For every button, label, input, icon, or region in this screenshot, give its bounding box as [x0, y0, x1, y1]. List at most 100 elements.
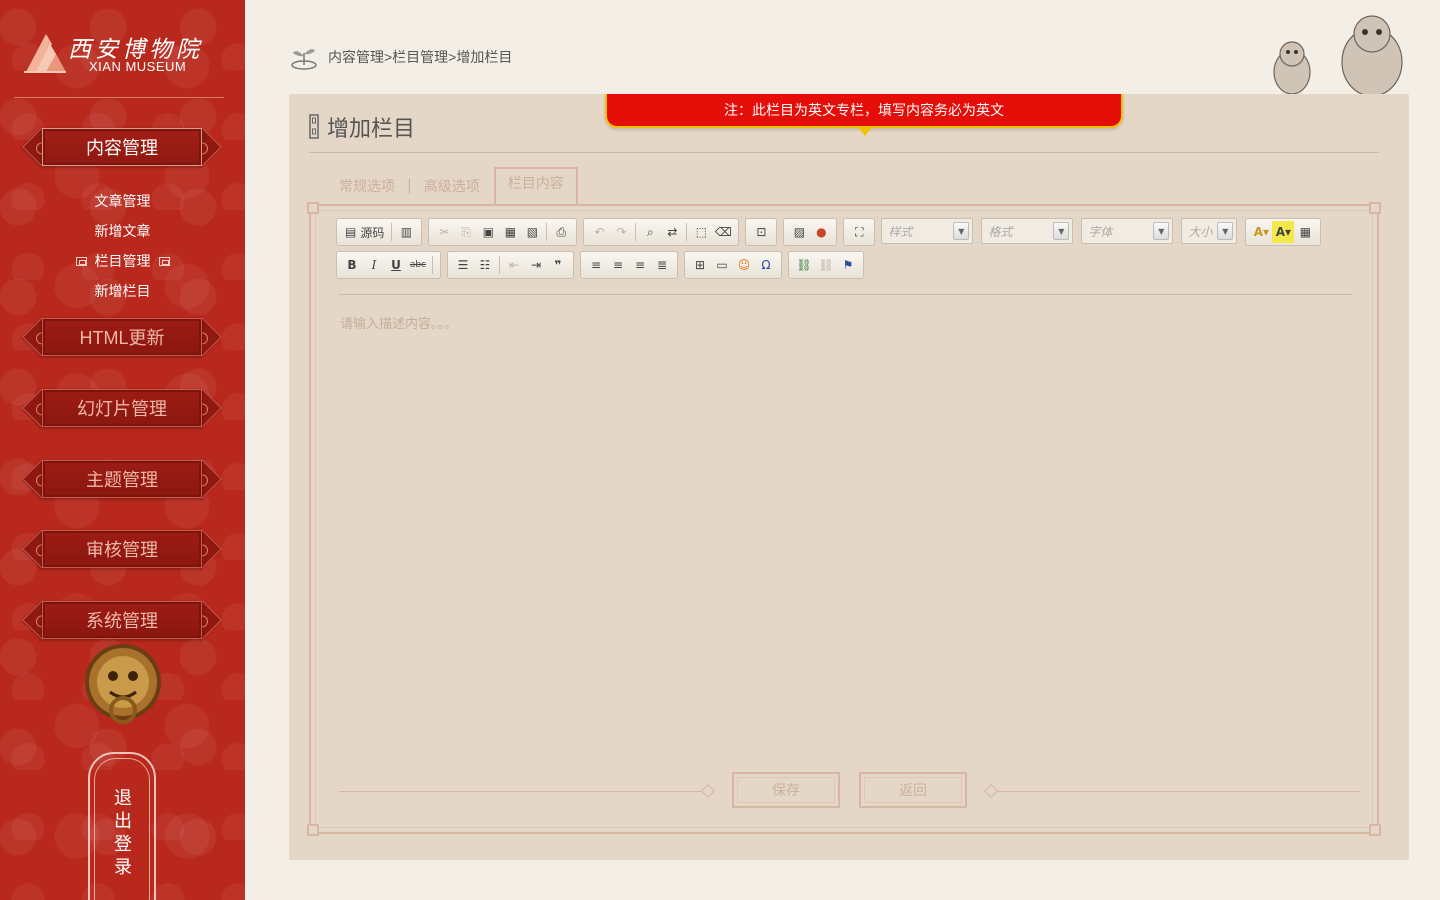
numbered-list-icon[interactable]: ☰ — [452, 254, 474, 276]
toolbar-group-objects: ⊞ ▭ ☺ Ω — [684, 251, 782, 279]
toolbar-group-align: ≡ ≡ ≡ ≣ — [580, 251, 678, 279]
blockquote-icon[interactable]: ❞ — [547, 254, 569, 276]
text-color-icon[interactable]: A▾ — [1250, 221, 1272, 243]
align-center-icon[interactable]: ≡ — [607, 254, 629, 276]
tab-general-options[interactable]: 常规选项 — [337, 176, 397, 196]
paste-word-icon[interactable]: ▧ — [521, 221, 543, 243]
toolbar-group-edit: ↶ ↷ ⌕ ⇄ ⬚ ⌫ — [583, 218, 740, 246]
menu-label: 审核管理 — [42, 530, 202, 568]
toolbar-separator — [686, 223, 688, 241]
align-justify-icon[interactable]: ≣ — [651, 254, 673, 276]
outdent-icon[interactable]: ⇤ — [503, 254, 525, 276]
main-panel: 注：此栏目为英文专栏，填写内容务必为英文 增加栏目 常规选项 | 高级选项 栏目… — [289, 94, 1409, 860]
frame-corner — [1369, 202, 1381, 214]
submenu-column-management[interactable]: 栏目管理 — [0, 246, 245, 276]
submenu-new-article[interactable]: 新增文章 — [0, 216, 245, 246]
show-blocks-icon[interactable]: ▦ — [1294, 221, 1316, 243]
back-button[interactable]: 返回 — [859, 772, 967, 808]
chevron-down-icon: ▼ — [953, 222, 970, 240]
source-button[interactable]: ▤ 源码 — [341, 221, 388, 243]
format-select[interactable]: 格式 ▼ — [981, 218, 1074, 244]
menu-html-update[interactable]: HTML更新 — [22, 315, 222, 359]
footer-rule-right — [997, 791, 1360, 792]
paste-icon[interactable]: ▣ — [477, 221, 499, 243]
logout-button[interactable]: 退出登录 — [88, 752, 156, 900]
remove-format-icon[interactable]: ⌫ — [712, 221, 734, 243]
unlink-icon[interactable]: ⛓ — [815, 254, 837, 276]
anchor-flag-icon[interactable]: ⚑ — [837, 254, 859, 276]
submenu-new-column[interactable]: 新增栏目 — [0, 276, 245, 306]
font-select-value: 字体 — [1088, 224, 1113, 239]
tab-column-content[interactable]: 栏目内容 — [493, 167, 578, 205]
menu-content-management[interactable]: 内容管理 — [22, 125, 222, 169]
template-icon[interactable]: ▥ — [395, 221, 417, 243]
logout-label: 退出登录 — [112, 788, 132, 880]
image-icon[interactable]: ▨ — [788, 221, 810, 243]
breadcrumb-text: 内容管理>栏目管理>增加栏目 — [328, 49, 513, 65]
replace-icon[interactable]: ⇄ — [661, 221, 683, 243]
menu-label: HTML更新 — [42, 318, 202, 356]
flash-icon[interactable]: ● — [810, 221, 832, 243]
table-icon[interactable]: ⊞ — [689, 254, 711, 276]
select-all-icon[interactable]: ⬚ — [690, 221, 712, 243]
link-icon[interactable]: ⛓ — [793, 254, 815, 276]
bulleted-list-icon[interactable]: ☷ — [474, 254, 496, 276]
toolbar-group-maximize: ⛶ — [843, 218, 876, 246]
tab-advanced-options[interactable]: 高级选项 — [422, 176, 482, 196]
italic-icon[interactable]: I — [363, 254, 385, 276]
toolbar-separator — [546, 223, 548, 241]
stone-lions-icon — [1273, 15, 1403, 96]
strikethrough-icon[interactable]: abc — [407, 254, 429, 276]
editor-toolbar-row-2: B I U abc ☰ ☷ ⇤ ⇥ ❞ ≡ ≡ ≡ ≣ ⊞ ▭ ☺ Ω ⛓ ⛓ … — [336, 251, 870, 281]
menu-system-management[interactable]: 系统管理 — [22, 598, 222, 642]
chevron-down-icon: ▼ — [1153, 222, 1170, 240]
title-divider — [309, 152, 1379, 153]
editor-content-area[interactable]: 请输入描述内容。。。 — [340, 313, 457, 332]
menu-theme-management[interactable]: 主题管理 — [22, 457, 222, 501]
cut-icon[interactable]: ✂ — [433, 221, 455, 243]
submenu-article-management[interactable]: 文章管理 — [0, 186, 245, 216]
style-select-value: 样式 — [888, 224, 913, 239]
style-select[interactable]: 样式 ▼ — [881, 218, 974, 244]
submenu-label: 新增文章 — [94, 223, 151, 239]
preview-icon[interactable]: ⊡ — [750, 221, 772, 243]
chevron-down-icon: ▼ — [1217, 222, 1234, 240]
special-char-icon[interactable]: Ω — [755, 254, 777, 276]
submenu-label: 新增栏目 — [94, 283, 151, 299]
logo-divider — [14, 97, 224, 98]
menu-slideshow-management[interactable]: 幻灯片管理 — [22, 386, 222, 430]
find-icon[interactable]: ⌕ — [639, 221, 661, 243]
print-icon[interactable]: ⎙ — [550, 221, 572, 243]
museum-logo-icon — [24, 34, 66, 73]
back-label: 返回 — [899, 782, 927, 798]
size-select[interactable]: 大小 ▼ — [1181, 218, 1238, 244]
door-knocker-icon — [85, 644, 161, 724]
font-select[interactable]: 字体 ▼ — [1081, 218, 1174, 244]
horizontal-rule-icon[interactable]: ▭ — [711, 254, 733, 276]
background-color-icon[interactable]: A▾ — [1272, 221, 1295, 243]
fret-bar-icon — [309, 114, 319, 139]
toolbar-separator — [391, 223, 393, 241]
source-label: 源码 — [360, 225, 385, 240]
align-right-icon[interactable]: ≡ — [629, 254, 651, 276]
indent-icon[interactable]: ⇥ — [525, 254, 547, 276]
format-select-value: 格式 — [988, 224, 1013, 239]
logo-english-name: XIAN MUSEUM — [89, 59, 187, 74]
undo-icon[interactable]: ↶ — [588, 221, 610, 243]
smiley-icon[interactable]: ☺ — [733, 254, 755, 276]
page-title: 增加栏目 — [327, 116, 416, 141]
menu-review-management[interactable]: 审核管理 — [22, 527, 222, 571]
fret-ornament-icon — [75, 256, 87, 266]
toolbar-group-lists: ☰ ☷ ⇤ ⇥ ❞ — [447, 251, 574, 279]
align-left-icon[interactable]: ≡ — [585, 254, 607, 276]
save-button[interactable]: 保存 — [732, 772, 840, 808]
paste-text-icon[interactable]: ▦ — [499, 221, 521, 243]
bold-icon[interactable]: B — [341, 254, 363, 276]
redo-icon[interactable]: ↷ — [610, 221, 632, 243]
logo[interactable]: 西安博物院 XIAN MUSEUM — [22, 28, 222, 78]
maximize-icon[interactable]: ⛶ — [848, 221, 870, 243]
tab-bar: 常规选项 | 高级选项 栏目内容 — [337, 167, 578, 205]
underline-icon[interactable]: U — [385, 254, 407, 276]
editor-toolbar-row-1: ▤ 源码 ▥ ✂ ⎘ ▣ ▦ ▧ ⎙ ↶ ↷ ⌕ ⇄ ⬚ ⌫ ⊡ ▨ ● ⛶ 样… — [336, 218, 1327, 248]
copy-icon[interactable]: ⎘ — [455, 221, 477, 243]
